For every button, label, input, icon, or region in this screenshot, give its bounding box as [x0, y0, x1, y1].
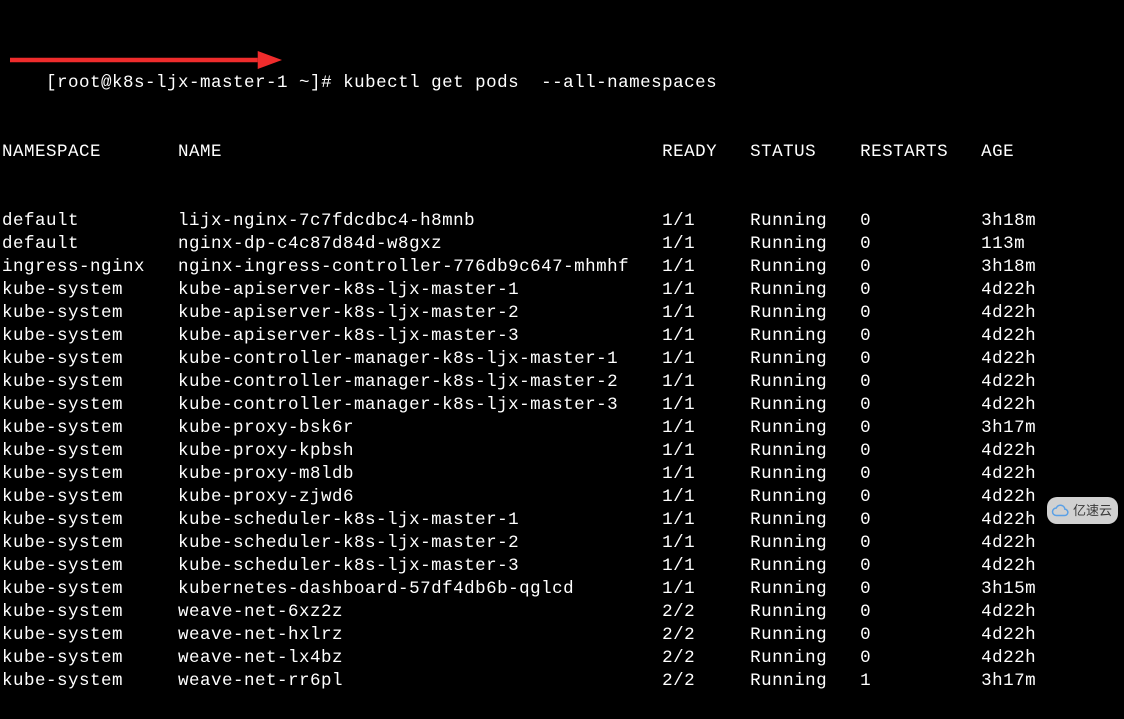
watermark-badge: 亿速云 [1047, 497, 1118, 524]
watermark-text: 亿速云 [1073, 499, 1112, 522]
table-row: kube-system weave-net-6xz2z 2/2 Running … [2, 601, 1122, 624]
table-row: kube-system weave-net-hxlrz 2/2 Running … [2, 624, 1122, 647]
table-row: kube-system kube-scheduler-k8s-ljx-maste… [2, 532, 1122, 555]
table-row: kube-system kube-apiserver-k8s-ljx-maste… [2, 302, 1122, 325]
annotation-arrow-icon [10, 49, 282, 71]
terminal-output: [root@k8s-ljx-master-1 ~]# kubectl get p… [0, 0, 1124, 719]
prompt-user-host: [root@k8s-ljx-master-1 ~] [46, 73, 321, 93]
table-row: kube-system kube-proxy-zjwd6 1/1 Running… [2, 486, 1122, 509]
table-row: kube-system kube-controller-manager-k8s-… [2, 394, 1122, 417]
table-row: kube-system kubernetes-dashboard-57df4db… [2, 578, 1122, 601]
table-row: kube-system kube-proxy-kpbsh 1/1 Running… [2, 440, 1122, 463]
table-row: kube-system kube-proxy-bsk6r 1/1 Running… [2, 417, 1122, 440]
command-line[interactable]: [root@k8s-ljx-master-1 ~]# kubectl get p… [2, 49, 1122, 95]
table-row: kube-system kube-scheduler-k8s-ljx-maste… [2, 509, 1122, 532]
command-text: kubectl get pods --all-namespaces [343, 73, 717, 93]
table-row: ingress-nginx nginx-ingress-controller-7… [2, 256, 1122, 279]
table-row: kube-system weave-net-rr6pl 2/2 Running … [2, 670, 1122, 693]
prompt-symbol: # [321, 73, 332, 93]
table-row: kube-system kube-apiserver-k8s-ljx-maste… [2, 279, 1122, 302]
table-row: kube-system kube-scheduler-k8s-ljx-maste… [2, 555, 1122, 578]
table-row: kube-system kube-controller-manager-k8s-… [2, 371, 1122, 394]
cloud-icon [1051, 502, 1069, 520]
table-row: default lijx-nginx-7c7fdcdbc4-h8mnb 1/1 … [2, 210, 1122, 233]
table-row: default nginx-dp-c4c87d84d-w8gxz 1/1 Run… [2, 233, 1122, 256]
table-row: kube-system kube-controller-manager-k8s-… [2, 348, 1122, 371]
table-row: kube-system kube-proxy-m8ldb 1/1 Running… [2, 463, 1122, 486]
table-row: kube-system weave-net-lx4bz 2/2 Running … [2, 647, 1122, 670]
table-row: kube-system kube-apiserver-k8s-ljx-maste… [2, 325, 1122, 348]
table-header: NAMESPACE NAME READY STATUS RESTARTS AGE [2, 141, 1122, 164]
